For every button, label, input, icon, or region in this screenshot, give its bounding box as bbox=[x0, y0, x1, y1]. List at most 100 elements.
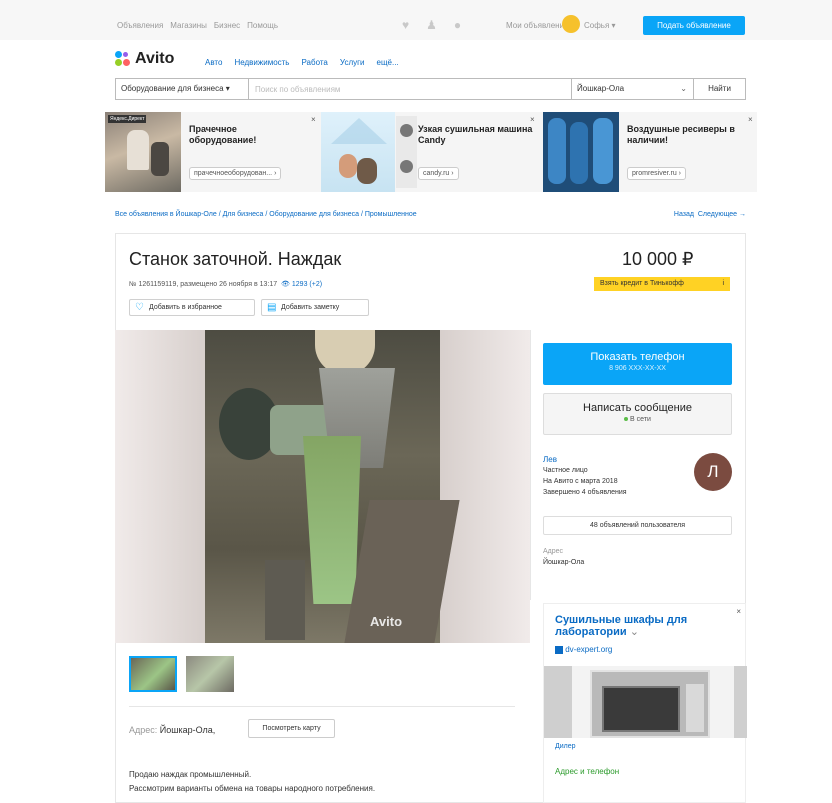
side-ad-title[interactable]: Сушильные шкафы для лаборатории ⌄ bbox=[555, 614, 715, 638]
price: 10 000 ₽ bbox=[622, 249, 694, 269]
search-bar: Оборудование для бизнеса ▾ Поиск по объя… bbox=[115, 78, 746, 100]
add-favorite-label: Добавить в избранное bbox=[149, 304, 222, 311]
category-link[interactable]: Услуги bbox=[340, 58, 365, 67]
pager-links: Назад Следующее → bbox=[674, 211, 746, 218]
page-title: Станок заточной. Наждак bbox=[129, 249, 342, 269]
credit-label: Взять кредит в Тинькофф bbox=[600, 280, 684, 287]
breadcrumb[interactable]: Все объявления в Йошкар-Оле / Для бизнес… bbox=[115, 211, 417, 218]
category-nav: Авто Недвижимость Работа Услуги ещё... bbox=[205, 58, 399, 67]
back-link[interactable]: Назад bbox=[674, 211, 694, 218]
next-link[interactable]: Следующее → bbox=[698, 211, 746, 218]
views-count[interactable]: 1293 (+2) bbox=[292, 281, 322, 288]
ad-image[interactable]: Яндекс.Директ bbox=[105, 112, 181, 192]
close-icon[interactable]: × bbox=[530, 115, 535, 124]
address-value: Йошкар-Ола, bbox=[159, 725, 216, 735]
info-icon: i bbox=[722, 280, 724, 287]
add-favorite-button[interactable]: ♡ Добавить в избранное bbox=[129, 299, 255, 316]
online-status: В сети bbox=[544, 416, 731, 423]
divider bbox=[129, 706, 515, 707]
note-icon: ▤ bbox=[267, 302, 277, 313]
ads-banner: Яндекс.Директ Прачечное оборудование! пр… bbox=[105, 112, 757, 192]
ad-badge: Яндекс.Директ bbox=[108, 115, 147, 123]
avito-watermark: Avito bbox=[370, 614, 403, 629]
side-ad-url[interactable]: dv-expert.org bbox=[555, 645, 612, 654]
user-menu[interactable]: Софья ▾ bbox=[584, 21, 616, 30]
show-phone-button[interactable]: Показать телефон 8 906 XXX-XX-XX bbox=[543, 343, 732, 385]
search-button[interactable]: Найти bbox=[693, 79, 745, 99]
close-icon[interactable]: × bbox=[736, 607, 741, 616]
send-message-label: Написать сообщение bbox=[583, 402, 692, 414]
side-ad-contacts-link[interactable]: Адрес и телефон bbox=[555, 767, 619, 776]
ad-url[interactable]: candy.ru › bbox=[418, 167, 459, 180]
description: Продаю наждак промышленный. Рассмотрим в… bbox=[129, 768, 375, 796]
chat-icon[interactable]: ● bbox=[454, 18, 461, 32]
post-ad-button[interactable]: Подать объявление bbox=[643, 16, 745, 35]
send-message-button[interactable]: Написать сообщение В сети bbox=[543, 393, 732, 435]
category-link[interactable]: Недвижимость bbox=[234, 58, 289, 67]
sidebar-address-value: Йошкар-Ола bbox=[543, 559, 585, 566]
site-favicon-icon bbox=[555, 645, 563, 654]
top-icons: ♥ ♟ ● bbox=[402, 18, 461, 32]
seller-type: Частное лицо bbox=[543, 467, 588, 474]
my-ads-link[interactable]: Мои объявления bbox=[506, 21, 568, 30]
ad-title[interactable]: Узкая сушильная машина Candy bbox=[418, 124, 536, 146]
side-ad-title-text: Сушильные шкафы для лаборатории bbox=[555, 614, 688, 638]
ad-url[interactable]: promresiver.ru › bbox=[627, 167, 687, 180]
show-map-button[interactable]: Посмотреть карту bbox=[248, 719, 335, 738]
listing-meta: № 1261159119, размещено 26 ноября в 13:1… bbox=[129, 280, 322, 288]
ad-title[interactable]: Воздушные ресиверы в наличии! bbox=[627, 124, 752, 146]
logo-text: Avito bbox=[135, 50, 175, 67]
address-label: Адрес: bbox=[129, 725, 158, 735]
close-icon[interactable]: × bbox=[311, 115, 316, 124]
add-note-button[interactable]: ▤ Добавить заметку bbox=[261, 299, 369, 316]
listing-photo[interactable] bbox=[115, 330, 530, 643]
side-ad-dealer: Дилер bbox=[555, 743, 576, 750]
seller-avatar[interactable]: Л bbox=[694, 453, 732, 491]
online-dot-icon bbox=[624, 417, 629, 422]
side-ad[interactable]: Сушильные шкафы для лаборатории ⌄ dv-exp… bbox=[543, 603, 747, 803]
ad-url-text: candy.ru bbox=[423, 170, 450, 177]
top-nav: Объявления Магазины Бизнес Помощь bbox=[117, 21, 278, 30]
credit-button[interactable]: Взять кредит в Тинькофф i bbox=[594, 277, 730, 291]
user-ads-button[interactable]: 48 объявлений пользователя bbox=[543, 516, 732, 535]
city-select[interactable]: Йошкар-Ола ⌄ bbox=[571, 79, 693, 99]
avito-logo[interactable]: Avito bbox=[115, 50, 174, 68]
chevron-down-icon: ⌄ bbox=[629, 626, 639, 638]
user-avatar[interactable] bbox=[562, 15, 580, 33]
description-line: Рассмотрим варианты обмена на товары нар… bbox=[129, 784, 376, 793]
seller-since: На Авито с марта 2018 bbox=[543, 478, 618, 485]
top-nav-item[interactable]: Помощь bbox=[247, 21, 278, 30]
search-input[interactable]: Поиск по объявлениям bbox=[249, 85, 571, 94]
online-label: В сети bbox=[630, 416, 651, 423]
top-nav-item[interactable]: Магазины bbox=[170, 21, 207, 30]
heart-icon[interactable]: ♥ bbox=[402, 18, 409, 32]
photo-thumbnail[interactable] bbox=[129, 656, 177, 692]
user-name: Софья bbox=[584, 21, 610, 30]
chevron-down-icon: ⌄ bbox=[680, 84, 687, 93]
ad-image[interactable] bbox=[321, 112, 395, 192]
category-select[interactable]: Оборудование для бизнеса ▾ bbox=[116, 79, 249, 99]
photo-thumbnail[interactable] bbox=[186, 656, 234, 692]
ad-url-text: прачечноеоборудован... bbox=[194, 170, 273, 177]
ad-title[interactable]: Прачечное оборудование! bbox=[189, 124, 299, 146]
address-row: Адрес: Йошкар-Ола, bbox=[129, 725, 215, 735]
category-link[interactable]: Авто bbox=[205, 58, 222, 67]
category-link[interactable]: Работа bbox=[301, 58, 327, 67]
ad-image[interactable] bbox=[543, 112, 619, 192]
seller-name[interactable]: Лев bbox=[543, 454, 627, 465]
top-nav-item[interactable]: Бизнес bbox=[214, 21, 240, 30]
description-line: Продаю наждак промышленный. bbox=[129, 770, 252, 779]
close-icon[interactable]: × bbox=[748, 115, 753, 124]
seller-info: Лев Частное лицо На Авито с марта 2018 З… bbox=[543, 454, 627, 498]
add-note-label: Добавить заметку bbox=[281, 304, 340, 311]
seller-completed: Завершено 4 объявления bbox=[543, 489, 627, 496]
sidebar-address-label: Адрес bbox=[543, 548, 564, 555]
listing-id-date: № 1261159119, размещено 26 ноября в 13:1… bbox=[129, 281, 278, 288]
category-link[interactable]: ещё... bbox=[377, 58, 399, 67]
city-select-value: Йошкар-Ола bbox=[577, 84, 625, 93]
side-ad-url-text: dv-expert.org bbox=[565, 645, 613, 654]
show-phone-label: Показать телефон bbox=[590, 351, 685, 363]
bell-icon[interactable]: ♟ bbox=[426, 18, 437, 32]
ad-url[interactable]: прачечноеоборудован... › bbox=[189, 167, 282, 180]
top-nav-item[interactable]: Объявления bbox=[117, 21, 163, 30]
